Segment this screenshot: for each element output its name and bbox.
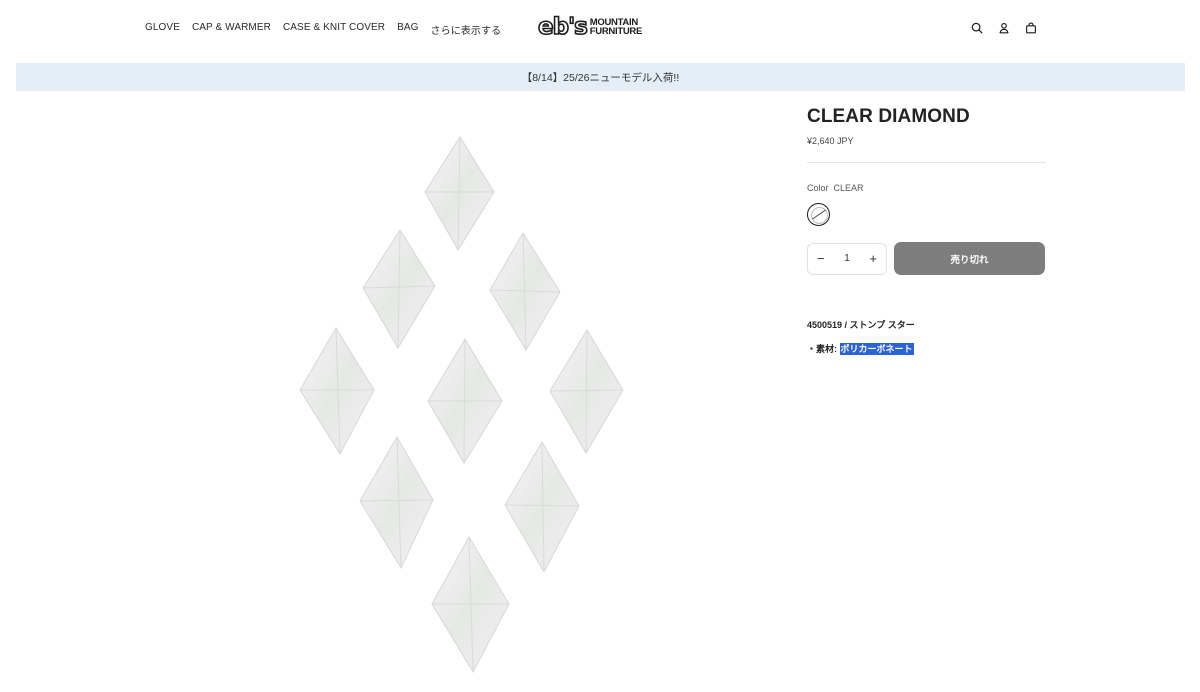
diamond-shape bbox=[359, 435, 434, 570]
product-image[interactable] bbox=[280, 120, 640, 692]
nav-item-case-knit-cover[interactable]: CASE & KNIT COVER bbox=[283, 22, 385, 37]
product-info: CLEAR DIAMOND ¥2,640 JPY Color CLEAR − 1… bbox=[807, 106, 1047, 355]
product-title: CLEAR DIAMOND bbox=[807, 106, 970, 127]
diamond-shape bbox=[299, 327, 375, 455]
search-icon[interactable] bbox=[970, 21, 984, 35]
color-label: Color bbox=[807, 183, 829, 193]
sold-out-button[interactable]: 売り切れ bbox=[894, 242, 1045, 275]
logo-text: MOUNTAIN FURNITURE bbox=[589, 17, 642, 37]
diamond-shape bbox=[489, 232, 561, 351]
purchase-row: − 1 + 売り切れ bbox=[807, 242, 1047, 275]
logo-mark: eb's bbox=[537, 14, 588, 40]
nav-item-bag[interactable]: BAG bbox=[397, 22, 418, 37]
product-price: ¥2,640 JPY bbox=[807, 136, 854, 146]
site-logo[interactable]: eb's MOUNTAIN FURNITURE bbox=[537, 14, 642, 40]
logo-line-2: FURNITURE bbox=[589, 26, 642, 37]
site-header: GLOVE CAP & WARMER CASE & KNIT COVER BAG… bbox=[0, 0, 1200, 58]
announcement-text: 【8/14】25/26ニューモデル入荷!! bbox=[521, 71, 680, 84]
announcement-bar[interactable]: 【8/14】25/26ニューモデル入荷!! bbox=[16, 63, 1185, 91]
diamond-shape bbox=[504, 441, 580, 574]
product-code: 4500519 / ストンプ スター bbox=[807, 320, 915, 330]
color-option-label: Color CLEAR bbox=[807, 183, 1047, 193]
quantity-increase-button[interactable]: + bbox=[869, 252, 877, 265]
nav-item-more[interactable]: さらに表示する bbox=[431, 22, 502, 37]
quantity-stepper: − 1 + bbox=[807, 242, 887, 275]
diamond-shape bbox=[431, 535, 510, 674]
material-value: ポリカーボネート bbox=[839, 343, 914, 355]
diamond-shape bbox=[424, 136, 495, 251]
header-icons bbox=[970, 21, 1038, 35]
account-icon[interactable] bbox=[997, 21, 1011, 35]
quantity-input[interactable]: 1 bbox=[844, 253, 850, 264]
cart-icon[interactable] bbox=[1024, 21, 1038, 35]
diamond-shape bbox=[362, 229, 436, 349]
material-prefix: ・素材: bbox=[807, 344, 840, 354]
product-material: ・素材: ポリカーボネート bbox=[807, 342, 1047, 355]
diamond-shape bbox=[427, 338, 503, 464]
color-value: CLEAR bbox=[833, 183, 864, 193]
nav-item-cap-warmer[interactable]: CAP & WARMER bbox=[192, 22, 271, 37]
divider bbox=[807, 162, 1046, 163]
diamond-shape bbox=[549, 329, 624, 454]
clear-diamond-stickers-image bbox=[299, 136, 624, 674]
nav-item-glove[interactable]: GLOVE bbox=[145, 22, 180, 37]
quantity-decrease-button[interactable]: − bbox=[817, 252, 825, 265]
color-swatch-clear[interactable] bbox=[807, 203, 830, 226]
main-nav: GLOVE CAP & WARMER CASE & KNIT COVER BAG… bbox=[145, 22, 501, 37]
